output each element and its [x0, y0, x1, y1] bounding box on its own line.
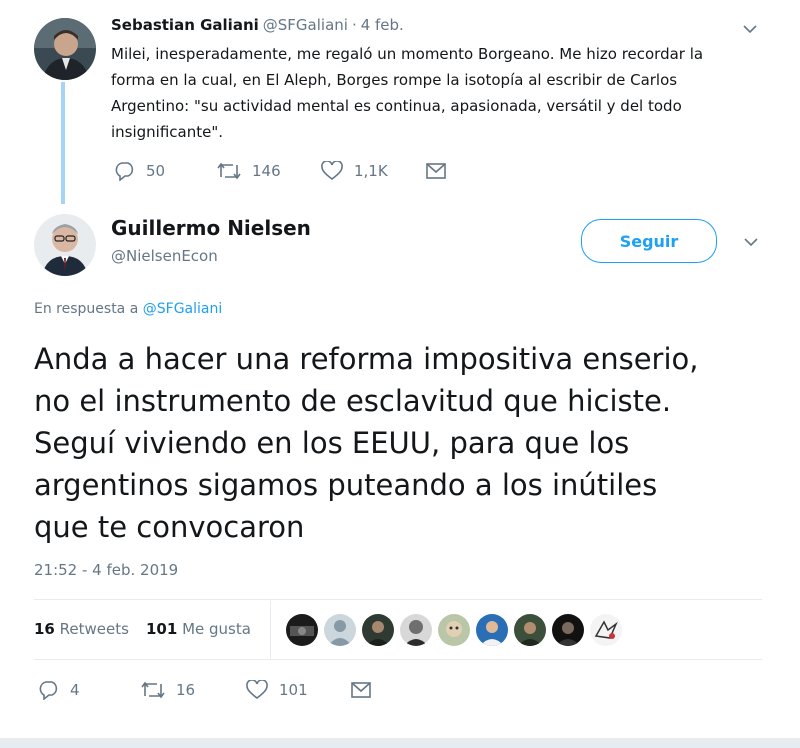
- stats-divider-top: [34, 599, 762, 600]
- parent-retweet-button[interactable]: 146: [216, 161, 281, 181]
- main-reply-count: 4: [70, 681, 80, 699]
- main-text-line: argentinos sigamos puteando a los inútil…: [34, 468, 658, 502]
- reply-prefix: En respuesta a: [34, 301, 139, 317]
- liker-avatar[interactable]: [362, 614, 394, 646]
- main-author-avatar[interactable]: [34, 214, 96, 276]
- parent-reply-button[interactable]: 50: [114, 161, 165, 181]
- retweet-stat-count: 16: [34, 620, 55, 638]
- heart-icon: [321, 161, 343, 181]
- main-author-name[interactable]: Guillermo Nielsen: [111, 216, 311, 240]
- parent-reply-count: 50: [146, 162, 166, 180]
- liker-avatar[interactable]: [514, 614, 546, 646]
- liker-avatar[interactable]: [286, 614, 318, 646]
- date-separator: ·: [351, 16, 357, 34]
- thread-line: [61, 82, 65, 204]
- liker-avatar[interactable]: [400, 614, 432, 646]
- retweet-icon: [141, 681, 165, 699]
- parent-text-line: insignificante".: [111, 123, 224, 141]
- like-stat-label: Me gusta: [182, 620, 251, 638]
- main-dm-button[interactable]: [351, 682, 371, 698]
- chevron-down-icon: [744, 238, 758, 247]
- main-text-line: que te convocaron: [34, 510, 305, 544]
- parent-text-line: Milei, inesperadamente, me regaló un mom…: [111, 45, 704, 63]
- stats-divider-bottom: [34, 659, 762, 660]
- parent-retweet-count: 146: [252, 162, 281, 180]
- main-text-line: Seguí viviendo en los EEUU, para que los: [34, 426, 630, 460]
- parent-text-line: forma en la cual, en El Aleph, Borges ro…: [111, 71, 678, 89]
- retweet-stat[interactable]: 16 Retweets: [34, 620, 129, 638]
- follow-button[interactable]: Seguir: [581, 219, 717, 263]
- parent-text-line: Argentino: "su actividad mental es conti…: [111, 97, 682, 115]
- parent-dm-button[interactable]: [426, 163, 446, 179]
- like-stat[interactable]: 101 Me gusta: [146, 620, 251, 638]
- main-like-count: 101: [279, 681, 308, 699]
- parent-tweet-date[interactable]: 4 feb.: [361, 16, 404, 34]
- main-reply-button[interactable]: 4: [38, 680, 80, 700]
- tweet-timestamp[interactable]: 21:52 - 4 feb. 2019: [34, 561, 178, 579]
- main-author-handle[interactable]: @NielsenEcon: [111, 247, 218, 265]
- heart-icon: [246, 680, 268, 700]
- reply-context: En respuesta a @SFGaliani: [34, 301, 222, 317]
- parent-like-button[interactable]: 1,1K: [320, 161, 388, 181]
- parent-author-name[interactable]: Sebastian Galiani: [111, 16, 259, 34]
- liker-avatar[interactable]: [476, 614, 508, 646]
- parent-menu-button[interactable]: [743, 24, 757, 34]
- likers-avatars: [286, 614, 622, 646]
- parent-like-count: 1,1K: [354, 162, 388, 180]
- main-retweet-count: 16: [176, 681, 196, 699]
- chevron-down-icon: [743, 25, 757, 34]
- main-text-line: Anda a hacer una reforma impositiva ense…: [34, 342, 699, 376]
- parent-author-avatar[interactable]: [34, 18, 96, 80]
- retweet-icon: [217, 162, 241, 180]
- parent-author-handle[interactable]: @SFGaliani: [263, 16, 348, 34]
- mail-icon: [351, 682, 371, 698]
- liker-avatar[interactable]: [590, 614, 622, 646]
- parent-tweet-text: Milei, inesperadamente, me regaló un mom…: [111, 41, 771, 145]
- retweet-stat-label: Retweets: [59, 620, 129, 638]
- main-retweet-button[interactable]: 16: [140, 680, 195, 700]
- stats-vertical-divider: [270, 601, 271, 659]
- reply-icon: [115, 162, 134, 181]
- liker-avatar[interactable]: [552, 614, 584, 646]
- main-like-button[interactable]: 101: [245, 680, 308, 700]
- main-tweet-text: Anda a hacer una reforma impositiva ense…: [34, 338, 774, 548]
- main-menu-button[interactable]: [744, 237, 758, 247]
- bottom-strip: [0, 738, 800, 748]
- reply-icon: [39, 681, 58, 700]
- like-stat-count: 101: [146, 620, 178, 638]
- mail-icon: [426, 163, 446, 179]
- liker-avatar[interactable]: [438, 614, 470, 646]
- liker-avatar[interactable]: [324, 614, 356, 646]
- reply-to-link[interactable]: @SFGaliani: [143, 301, 223, 317]
- main-text-line: no el instrumento de esclavitud que hici…: [34, 384, 672, 418]
